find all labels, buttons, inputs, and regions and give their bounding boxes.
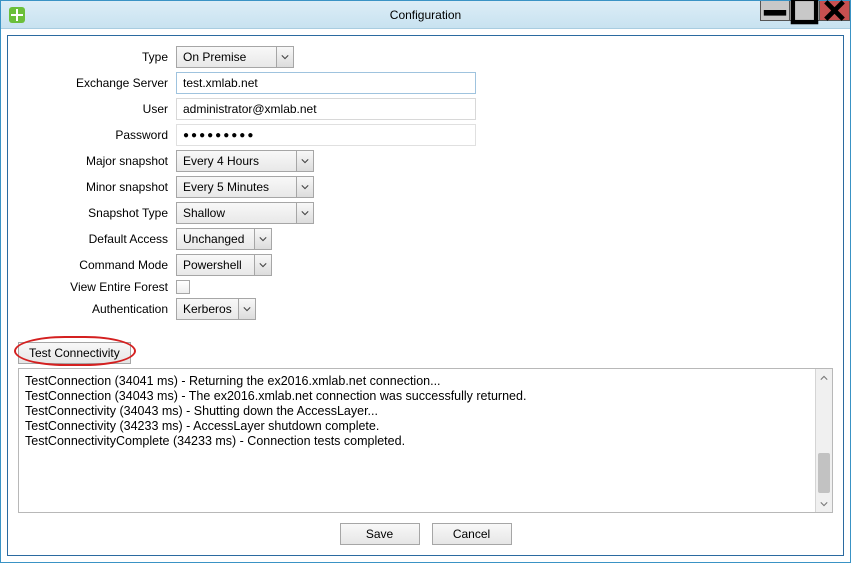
major-snapshot-combo[interactable]: Every 4 Hours [176,150,314,172]
password-label: Password [18,128,168,142]
chevron-down-icon[interactable] [238,298,256,320]
type-value: On Premise [176,46,276,68]
test-connectivity-button[interactable]: Test Connectivity [18,342,131,364]
command-mode-value: Powershell [176,254,254,276]
log-line: TestConnectivity (34043 ms) - Shutting d… [25,404,826,418]
dialog-footer: Save Cancel [18,513,833,547]
scroll-track[interactable] [816,386,832,495]
window-title: Configuration [1,8,850,22]
snapshot-type-value: Shallow [176,202,296,224]
log-line: TestConnectivityComplete (34233 ms) - Co… [25,434,826,448]
log-line: TestConnection (34043 ms) - The ex2016.x… [25,389,826,403]
titlebar: Configuration [1,1,850,29]
exchange-server-label: Exchange Server [18,76,168,90]
major-snapshot-value: Every 4 Hours [176,150,296,172]
snapshot-type-label: Snapshot Type [18,206,168,220]
user-label: User [18,102,168,116]
minor-snapshot-combo[interactable]: Every 5 Minutes [176,176,314,198]
cancel-button[interactable]: Cancel [432,523,512,545]
test-connectivity-row: Test Connectivity [18,340,833,366]
snapshot-type-combo[interactable]: Shallow [176,202,314,224]
dialog-body: Type On Premise Exchange Server User Pas… [7,35,844,556]
default-access-value: Unchanged [176,228,254,250]
exchange-server-input[interactable] [176,72,476,94]
authentication-value: Kerberos [176,298,238,320]
type-combo[interactable]: On Premise [176,46,294,68]
chevron-down-icon[interactable] [296,176,314,198]
log-output: TestConnection (34041 ms) - Returning th… [18,368,833,513]
minor-snapshot-label: Minor snapshot [18,180,168,194]
major-snapshot-label: Major snapshot [18,154,168,168]
type-label: Type [18,50,168,64]
scroll-up-icon[interactable] [816,369,832,386]
chevron-down-icon[interactable] [296,150,314,172]
password-input[interactable]: ●●●●●●●●● [176,124,476,146]
log-line: TestConnectivity (34233 ms) - AccessLaye… [25,419,826,433]
save-button[interactable]: Save [340,523,420,545]
log-line: TestConnection (34041 ms) - Returning th… [25,374,826,388]
chevron-down-icon[interactable] [254,228,272,250]
view-forest-checkbox[interactable] [176,280,190,294]
config-window: Configuration Type On Premise Exchange S… [0,0,851,563]
user-input[interactable] [176,98,476,120]
scroll-thumb[interactable] [818,453,830,493]
command-mode-combo[interactable]: Powershell [176,254,272,276]
authentication-label: Authentication [18,302,168,316]
default-access-combo[interactable]: Unchanged [176,228,272,250]
chevron-down-icon[interactable] [254,254,272,276]
log-scrollbar[interactable] [815,369,832,512]
minor-snapshot-value: Every 5 Minutes [176,176,296,198]
chevron-down-icon[interactable] [276,46,294,68]
authentication-combo[interactable]: Kerberos [176,298,256,320]
chevron-down-icon[interactable] [296,202,314,224]
default-access-label: Default Access [18,232,168,246]
scroll-down-icon[interactable] [816,495,832,512]
settings-form: Type On Premise Exchange Server User Pas… [18,46,833,320]
view-forest-label: View Entire Forest [18,280,168,294]
command-mode-label: Command Mode [18,258,168,272]
